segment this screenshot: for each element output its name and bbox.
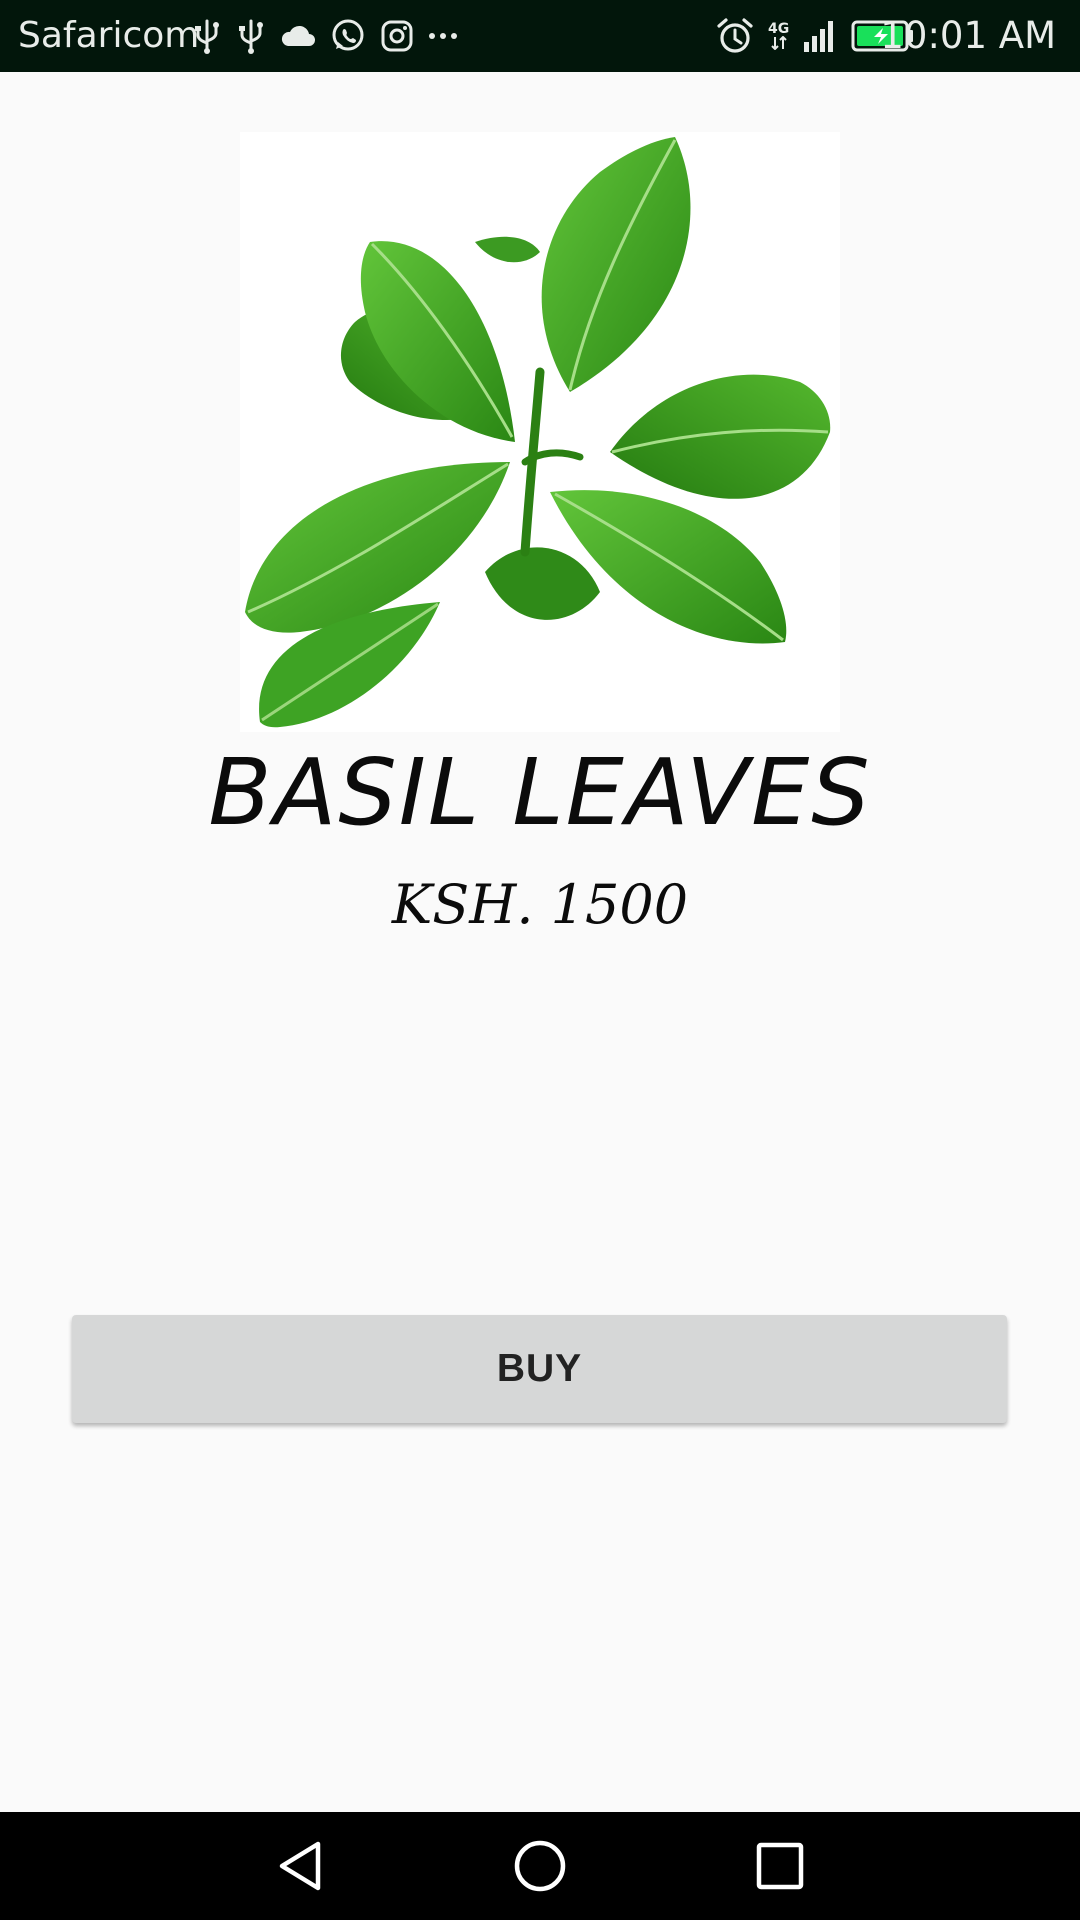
signal-icon <box>804 21 834 52</box>
navigation-bar <box>0 1812 1080 1920</box>
back-button[interactable] <box>262 1828 338 1904</box>
back-icon <box>279 1841 321 1891</box>
cloud-icon <box>281 25 315 46</box>
product-name: BASIL LEAVES <box>208 739 872 846</box>
notification-icons <box>192 14 458 58</box>
product-detail-screen: Safaricom 4G 10:01 AM BASIL LEAVES KSH. … <box>0 0 1080 1920</box>
more-notifications-icon <box>429 33 457 39</box>
recents-button[interactable] <box>742 1828 818 1904</box>
carrier-name: Safaricom <box>18 15 200 56</box>
buy-button[interactable]: BUY <box>72 1315 1007 1423</box>
basil-leaves-image <box>245 137 831 728</box>
network-4g-icon: 4G <box>768 22 789 50</box>
status-bar: Safaricom 4G 10:01 AM <box>0 0 1080 72</box>
usb-icon <box>239 19 263 54</box>
whatsapp-icon <box>332 19 364 51</box>
usb-icon <box>195 19 219 54</box>
alarm-icon <box>717 18 753 53</box>
recents-icon <box>756 1842 804 1890</box>
home-icon <box>514 1840 566 1892</box>
clock: 10:01 AM <box>880 14 1056 57</box>
home-button[interactable] <box>502 1828 578 1904</box>
network-type-label: 4G <box>768 21 790 37</box>
instagram-icon <box>381 20 413 52</box>
product-price: KSH. 1500 <box>391 873 689 936</box>
product-image <box>240 132 840 732</box>
